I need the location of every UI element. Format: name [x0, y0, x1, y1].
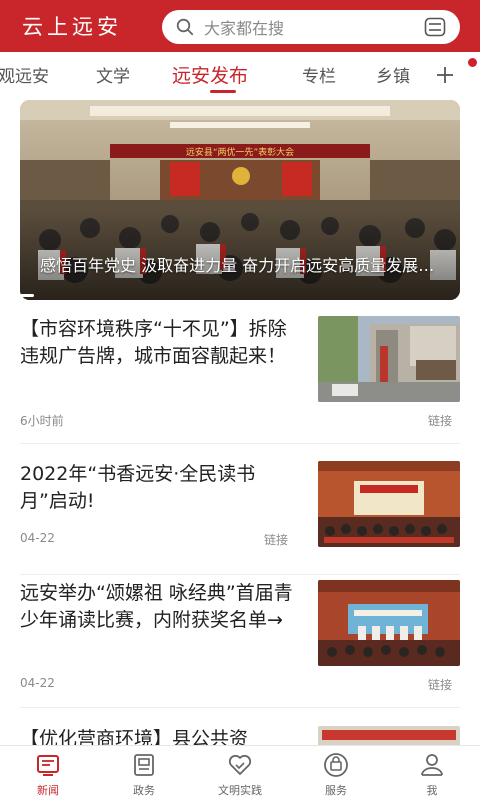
channel-tabs: 观远安 文学 远安发布 专栏 乡镇	[0, 52, 480, 98]
tab-wenxue[interactable]: 文学	[96, 62, 130, 87]
nav-civilization[interactable]: 文明实践	[192, 752, 288, 798]
news-time: 6小时前	[20, 414, 64, 428]
app-title: 云上远安	[22, 15, 122, 39]
news-item[interactable]: 【市容环境秩序“十不见”】拆除违规广告牌，城市面容靓起来！ 6小时前 链接	[20, 316, 460, 444]
app-screen: 云上远安 大家都在搜 观远安 文学 远安发布 专栏 乡镇 远安县“两优一先”表彰…	[0, 0, 480, 800]
hero-caption: 感悟百年党史 汲取奋进力量 奋力开启远安高质量发展新征程	[40, 256, 450, 275]
news-icon	[37, 755, 59, 776]
nav-label: 新闻	[37, 784, 59, 797]
tab-guan-yuanan[interactable]: 观远安	[0, 62, 49, 87]
nav-news[interactable]: 新闻	[0, 752, 96, 798]
active-tab-indicator	[210, 90, 236, 93]
nav-label: 服务	[325, 784, 347, 797]
news-tag: 链接	[428, 678, 453, 692]
news-thumbnail	[318, 316, 460, 402]
tab-xiangzhen[interactable]: 乡镇	[376, 62, 410, 87]
news-tag: 链接	[264, 533, 289, 547]
news-item[interactable]: 远安举办“颂嫘祖 咏经典”首届青少年诵读比赛，内附获奖名单→ 04-22 链接	[20, 580, 460, 708]
bottom-nav: 新闻 政务 文明实践 服务 我	[0, 745, 480, 800]
nav-gov[interactable]: 政务	[96, 752, 192, 798]
search-box[interactable]: 大家都在搜	[162, 10, 460, 44]
search-placeholder: 大家都在搜	[204, 19, 285, 38]
carousel-indicator	[20, 294, 34, 297]
news-time: 04-22	[20, 676, 55, 690]
heart-icon	[228, 754, 252, 775]
news-tag: 链接	[428, 414, 453, 428]
news-title: 2022年“书香远安·全民读书月”启动!	[20, 463, 256, 512]
gov-icon	[134, 754, 154, 776]
user-icon	[421, 754, 443, 776]
nav-label: 我	[426, 784, 438, 797]
nav-label: 政务	[133, 784, 155, 797]
nav-label: 文明实践	[218, 784, 262, 797]
service-icon	[324, 753, 348, 777]
news-thumbnail	[318, 461, 460, 547]
top-header: 云上远安 大家都在搜	[0, 0, 480, 52]
nav-service[interactable]: 服务	[288, 752, 384, 798]
hero-banner-text: 远安县“两优一先”表彰大会	[186, 146, 294, 158]
search-icon	[176, 18, 194, 36]
nav-me[interactable]: 我	[384, 752, 480, 798]
news-title: 远安举办“颂嫘祖 咏经典”首届青少年诵读比赛，内附获奖名单→	[20, 582, 293, 631]
news-item[interactable]: 2022年“书香远安·全民读书月”启动! 04-22 链接	[20, 461, 460, 575]
tab-yuanan-fabu[interactable]: 远安发布	[172, 61, 248, 88]
news-thumbnail	[318, 580, 460, 666]
hero-banner[interactable]: 远安县“两优一先”表彰大会 感悟百年党史 汲取奋进力量 奋力开启远安高质量发展新…	[20, 100, 460, 300]
plus-icon[interactable]	[436, 66, 454, 84]
scan-icon[interactable]	[424, 17, 446, 37]
news-title: 【市容环境秩序“十不见”】拆除违规广告牌，城市面容靓起来！	[20, 318, 287, 367]
tab-zhuanlan[interactable]: 专栏	[302, 62, 336, 87]
notification-dot	[468, 58, 477, 67]
news-time: 04-22	[20, 531, 55, 545]
